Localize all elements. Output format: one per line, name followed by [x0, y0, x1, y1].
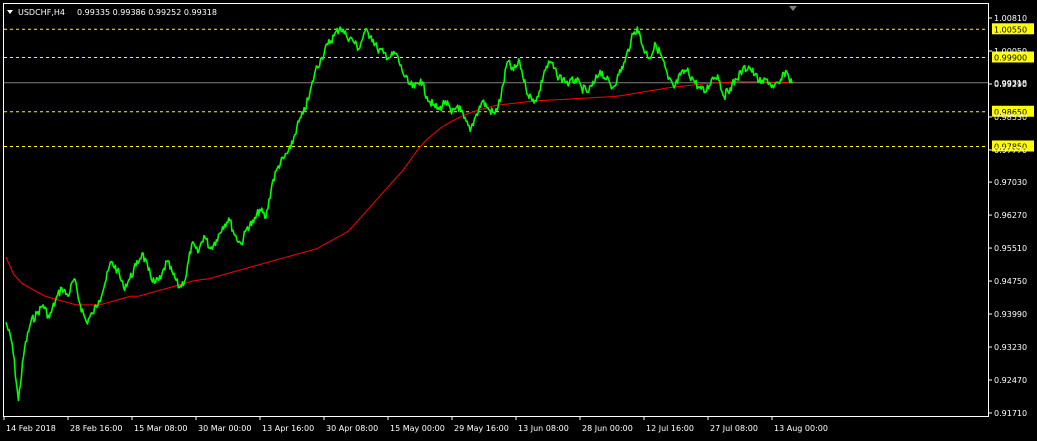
x-tick-label: 13 Apr 16:00 [262, 424, 314, 433]
chart-window: 1.00550 0.99900 0.98650 0.97850 0.99318 1.0… [0, 0, 1037, 441]
x-tick-label: 14 Feb 2018 [6, 424, 56, 433]
triangle-down-icon[interactable] [7, 10, 13, 14]
level-lines: 1.005500.999000.986500.97850 [4, 23, 1034, 152]
y-tick-label: 0.99290 [994, 80, 1027, 89]
y-tick-label: 0.97030 [994, 178, 1027, 187]
y-tick-label: 0.98530 [994, 113, 1027, 122]
x-axis: 14 Feb 2018 28 Feb 16:00 15 Mar 08:00 30 Ma… [3, 416, 828, 433]
x-tick-label: 29 May 16:00 [454, 424, 509, 433]
y-tick-label: 1.00810 [994, 14, 1027, 23]
x-tick-label: 12 Jul 16:00 [646, 424, 694, 433]
moving-average-layer [5, 81, 792, 306]
y-tick-label: 0.96270 [994, 211, 1027, 220]
chart-header: USDCHF,H4 0.99335 0.99386 0.99252 0.9931… [7, 8, 217, 17]
y-tick-label: 0.93230 [994, 343, 1027, 352]
moving-average-line [5, 81, 792, 306]
triangle-down-icon[interactable] [789, 6, 797, 11]
y-tick-label: 0.92470 [994, 376, 1027, 385]
y-tick-label: 0.91710 [994, 409, 1027, 418]
level-badge-label: 1.00550 [994, 25, 1027, 34]
ohlc-values: 0.99335 0.99386 0.99252 0.99318 [77, 8, 217, 17]
x-tick-label: 15 Mar 08:00 [134, 424, 187, 433]
y-tick-label: 1.00050 [994, 47, 1027, 56]
x-tick-label: 30 Mar 00:00 [198, 424, 251, 433]
y-axis: 1.00810 1.00050 0.99290 0.98530 0.97770 0.970… [988, 14, 1027, 418]
x-tick-label: 13 Aug 00:00 [774, 424, 828, 433]
y-tick-label: 0.94750 [994, 277, 1027, 286]
x-tick-label: 28 Jun 00:00 [582, 424, 633, 433]
x-tick-label: 15 May 00:00 [390, 424, 445, 433]
y-tick-label: 0.93990 [994, 310, 1027, 319]
y-tick-label: 0.97770 [994, 146, 1027, 155]
x-tick-label: 30 Apr 08:00 [326, 424, 378, 433]
x-tick-label: 28 Feb 16:00 [70, 424, 122, 433]
x-tick-label: 13 Jun 08:00 [518, 424, 569, 433]
plot-frame [3, 3, 989, 417]
x-tick-label: 27 Jul 08:00 [710, 424, 758, 433]
current-price-layer: 0.99318 [4, 76, 1034, 88]
y-tick-label: 0.95510 [994, 244, 1027, 253]
chart-canvas: 1.005500.999000.986500.97850 0.99318 1.0… [3, 3, 1034, 433]
symbol-timeframe: USDCHF,H4 [18, 8, 65, 17]
